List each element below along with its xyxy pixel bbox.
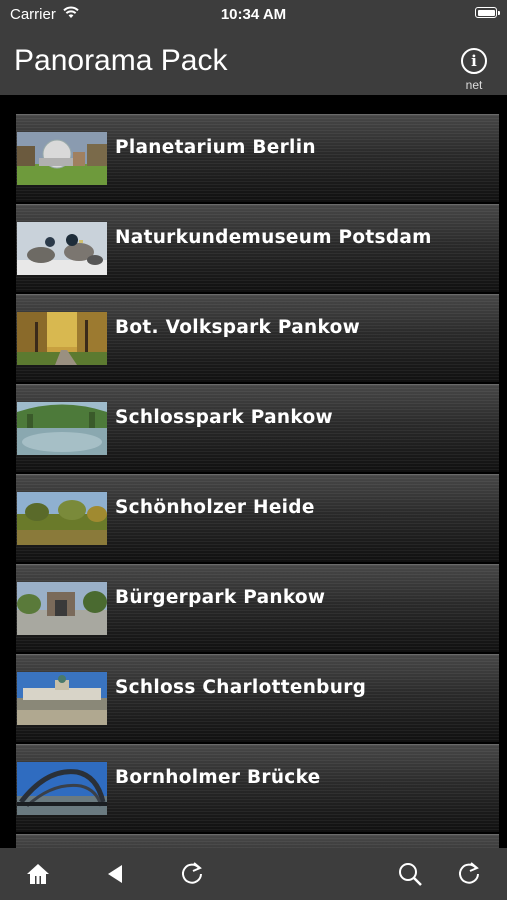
back-icon — [108, 865, 122, 883]
panorama-list[interactable]: Planetarium Berlin Naturkundemuseum Pots… — [0, 95, 507, 848]
autumn-park-thumbnail — [17, 312, 107, 365]
list-item[interactable]: Bot. Volkspark Pankow — [16, 294, 499, 382]
refresh-icon — [459, 862, 479, 884]
navigation-bar: Panorama Pack i net — [0, 28, 507, 95]
info-button[interactable]: i net — [459, 48, 489, 92]
list-item[interactable]: Bürgerpark Pankow — [16, 564, 499, 652]
home-button[interactable] — [24, 860, 54, 890]
list-item[interactable]: Schlosspark Pankow — [16, 384, 499, 472]
info-icon: i — [461, 48, 487, 74]
list-item[interactable]: Schloss Charlottenburg — [16, 654, 499, 742]
palace-thumbnail — [17, 672, 107, 725]
clock: 10:34 AM — [220, 6, 287, 23]
list-item-label: Schlosspark Pankow — [115, 407, 333, 428]
back-button[interactable] — [102, 860, 132, 890]
ducks-thumbnail — [17, 222, 107, 275]
refresh-button[interactable] — [455, 860, 485, 890]
list-item[interactable]: Naturkundemuseum Potsdam — [16, 204, 499, 292]
list-item[interactable]: Schönholzer Heide — [16, 474, 499, 562]
list-item-label: Bürgerpark Pankow — [115, 587, 326, 608]
list-item[interactable]: Planetarium Berlin — [16, 114, 499, 202]
bridge-thumbnail — [17, 762, 107, 815]
panorama-park-thumbnail — [17, 402, 107, 455]
list-item[interactable]: Bornholmer Brücke — [16, 744, 499, 832]
heath-thumbnail — [17, 492, 107, 545]
page-title: Panorama Pack — [14, 44, 228, 77]
list-item-label: Bot. Volkspark Pankow — [115, 317, 361, 338]
search-icon — [399, 863, 422, 886]
list-item-label: Schloss Charlottenburg — [115, 677, 367, 698]
planetarium-thumbnail — [17, 132, 107, 185]
battery-icon — [475, 7, 500, 18]
list-item-label: Schönholzer Heide — [115, 497, 315, 518]
info-button-label: net — [465, 78, 483, 92]
list-item-label: Naturkundemuseum Potsdam — [115, 227, 432, 248]
list-item-label: Bornholmer Brücke — [115, 767, 321, 788]
bottom-toolbar — [0, 848, 507, 900]
gate-thumbnail — [17, 582, 107, 635]
list-item[interactable] — [16, 834, 499, 848]
home-icon — [27, 864, 49, 884]
list-item-label: Planetarium Berlin — [115, 137, 316, 158]
reload-button[interactable] — [178, 860, 208, 890]
search-button[interactable] — [396, 860, 426, 890]
reload-icon — [182, 862, 202, 884]
status-bar: Carrier 10:34 AM — [0, 0, 507, 28]
